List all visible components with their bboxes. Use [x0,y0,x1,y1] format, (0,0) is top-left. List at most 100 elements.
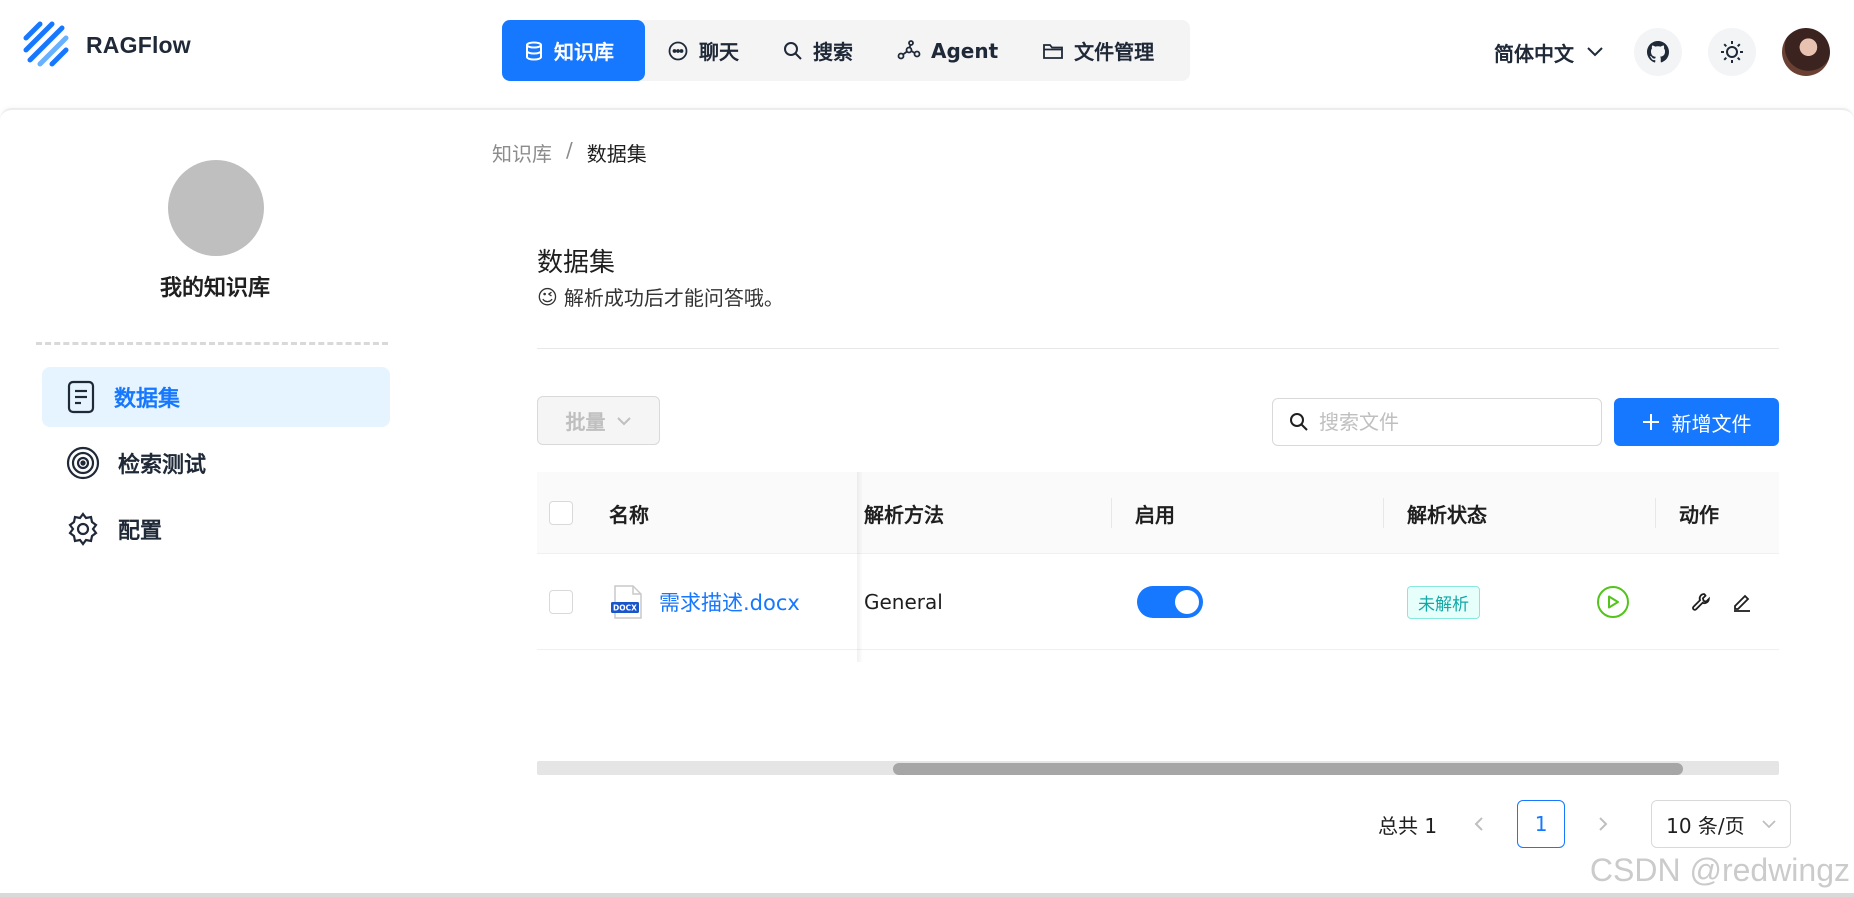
method-cell[interactable]: General [864,554,943,650]
header-actions: 简体中文 [1494,28,1830,76]
page-number-button[interactable]: 1 [1517,800,1566,848]
chevron-down-icon [616,416,631,425]
breadcrumb: 知识库 / 数据集 [492,138,647,167]
name-cell: DOCX 需求描述.docx [609,554,800,650]
status-cell: 未解析 [1407,554,1480,650]
page-size-select[interactable]: 10 条/页 [1651,800,1792,848]
plus-icon [1642,414,1659,430]
chat-icon [668,41,688,60]
sidebar-item-dataset[interactable]: 数据集 [42,367,390,427]
file-type-label: DOCX [613,604,637,613]
target-icon [66,446,100,480]
content-panel: 我的知识库 数据集 检索测试 配置 知识库 / 数据集 数据集 😉 解析成功后才… [0,108,1854,897]
chevron-left-icon [1474,817,1483,831]
search-icon [1290,413,1308,431]
nav-agent[interactable]: Agent [875,20,1020,81]
theme-toggle-button[interactable] [1708,28,1756,76]
app-name: RAGFlow [86,31,191,58]
next-page-button[interactable] [1583,800,1623,848]
sun-icon [1721,41,1743,63]
edit-pencil-icon[interactable] [1731,591,1753,613]
status-badge: 未解析 [1407,585,1480,619]
documents-table: 名称 解析方法 启用 解析状态 动作 DOCX 需求描述.docx Genera… [537,472,1779,662]
row-select-cell [549,554,573,650]
enabled-cell [1137,554,1203,650]
file-search-input[interactable] [1319,410,1579,434]
logo[interactable]: RAGFlow [22,20,191,70]
select-all-checkbox[interactable] [549,501,573,525]
nav-file-management[interactable]: 文件管理 [1020,20,1176,81]
document-icon [67,380,95,414]
sidebar-item-config[interactable]: 配置 [42,499,390,559]
select-all-cell [549,472,573,554]
run-cell [1597,554,1629,650]
column-header-name[interactable]: 名称 [609,472,649,554]
breadcrumb-root-link[interactable]: 知识库 [492,138,552,167]
nav-label: 知识库 [554,40,614,64]
language-select[interactable]: 简体中文 [1494,38,1604,67]
language-label: 简体中文 [1494,41,1574,66]
bulk-actions-dropdown[interactable]: 批量 [537,396,660,445]
wink-emoji-icon: 😉 [537,284,558,309]
file-search[interactable] [1272,398,1602,446]
sidebar-item-retrieval-test[interactable]: 检索测试 [42,433,390,493]
sidebar-divider [36,342,388,345]
fixed-column-shadow [857,472,863,662]
ragflow-logo-icon [23,21,69,67]
pagination: 总共 1 1 10 条/页 [1378,800,1792,848]
folder-icon [1043,43,1064,59]
nav-search[interactable]: 搜索 [761,20,875,81]
add-file-label: 新增文件 [1671,411,1752,436]
prev-page-button[interactable] [1459,800,1499,848]
bulk-label: 批量 [565,410,606,434]
nav-label: 文件管理 [1074,40,1155,64]
chevron-right-icon [1599,817,1608,831]
main-nav: 知识库 聊天 搜索 Agent 文件管理 [502,20,1190,81]
enabled-toggle[interactable] [1137,586,1203,618]
database-icon [526,41,542,61]
column-separator [1655,498,1656,528]
settings-cell [1691,554,1711,650]
sidebar-item-label: 配置 [118,519,163,544]
column-header-method[interactable]: 解析方法 [864,472,944,554]
wrench-icon[interactable] [1691,592,1711,612]
file-name-link[interactable]: 需求描述.docx [659,587,800,617]
edit-cell [1731,554,1753,650]
watermark: CSDN @redwingz [1589,852,1850,888]
page-size-label: 10 条/页 [1666,813,1745,838]
knowledge-base-avatar [168,160,264,256]
breadcrumb-separator: / [566,138,573,162]
table-row: DOCX 需求描述.docx General 未解析 [537,554,1779,650]
column-separator [1383,498,1384,528]
table-horizontal-scrollbar[interactable] [537,761,1779,775]
window-bottom-scrollbar [0,893,1854,897]
parse-run-button[interactable] [1597,586,1629,618]
nav-label: 搜索 [813,40,853,64]
nav-knowledge-base[interactable]: 知识库 [502,20,645,81]
nav-label: 聊天 [699,40,739,64]
row-checkbox[interactable] [549,590,573,614]
user-avatar[interactable] [1782,28,1830,76]
play-icon [1608,595,1619,609]
column-header-status[interactable]: 解析状态 [1407,472,1487,554]
sidebar: 我的知识库 数据集 检索测试 配置 [0,110,430,897]
add-file-button[interactable]: 新增文件 [1614,398,1779,446]
sidebar-item-label: 数据集 [114,387,181,412]
page-title: 数据集 [537,248,616,278]
pagination-total: 总共 1 [1378,813,1438,838]
agent-graph-icon [897,39,921,59]
column-header-enabled[interactable]: 启用 [1135,472,1175,554]
table-header: 名称 解析方法 启用 解析状态 动作 [537,472,1779,554]
column-separator [1111,498,1112,528]
knowledge-base-name: 我的知识库 [159,276,270,301]
nav-chat[interactable]: 聊天 [645,20,761,81]
nav-label: Agent [931,38,999,63]
breadcrumb-current: 数据集 [586,142,647,166]
page-subtitle-text: 解析成功后才能问答哦。 [563,286,784,310]
github-button[interactable] [1634,28,1682,76]
chevron-down-icon [1762,819,1776,828]
docx-file-icon: DOCX [611,585,642,619]
column-header-actions: 动作 [1679,502,1719,527]
scrollbar-thumb[interactable] [893,763,1683,775]
page-subtitle: 😉 解析成功后才能问答哦。 [537,282,784,311]
